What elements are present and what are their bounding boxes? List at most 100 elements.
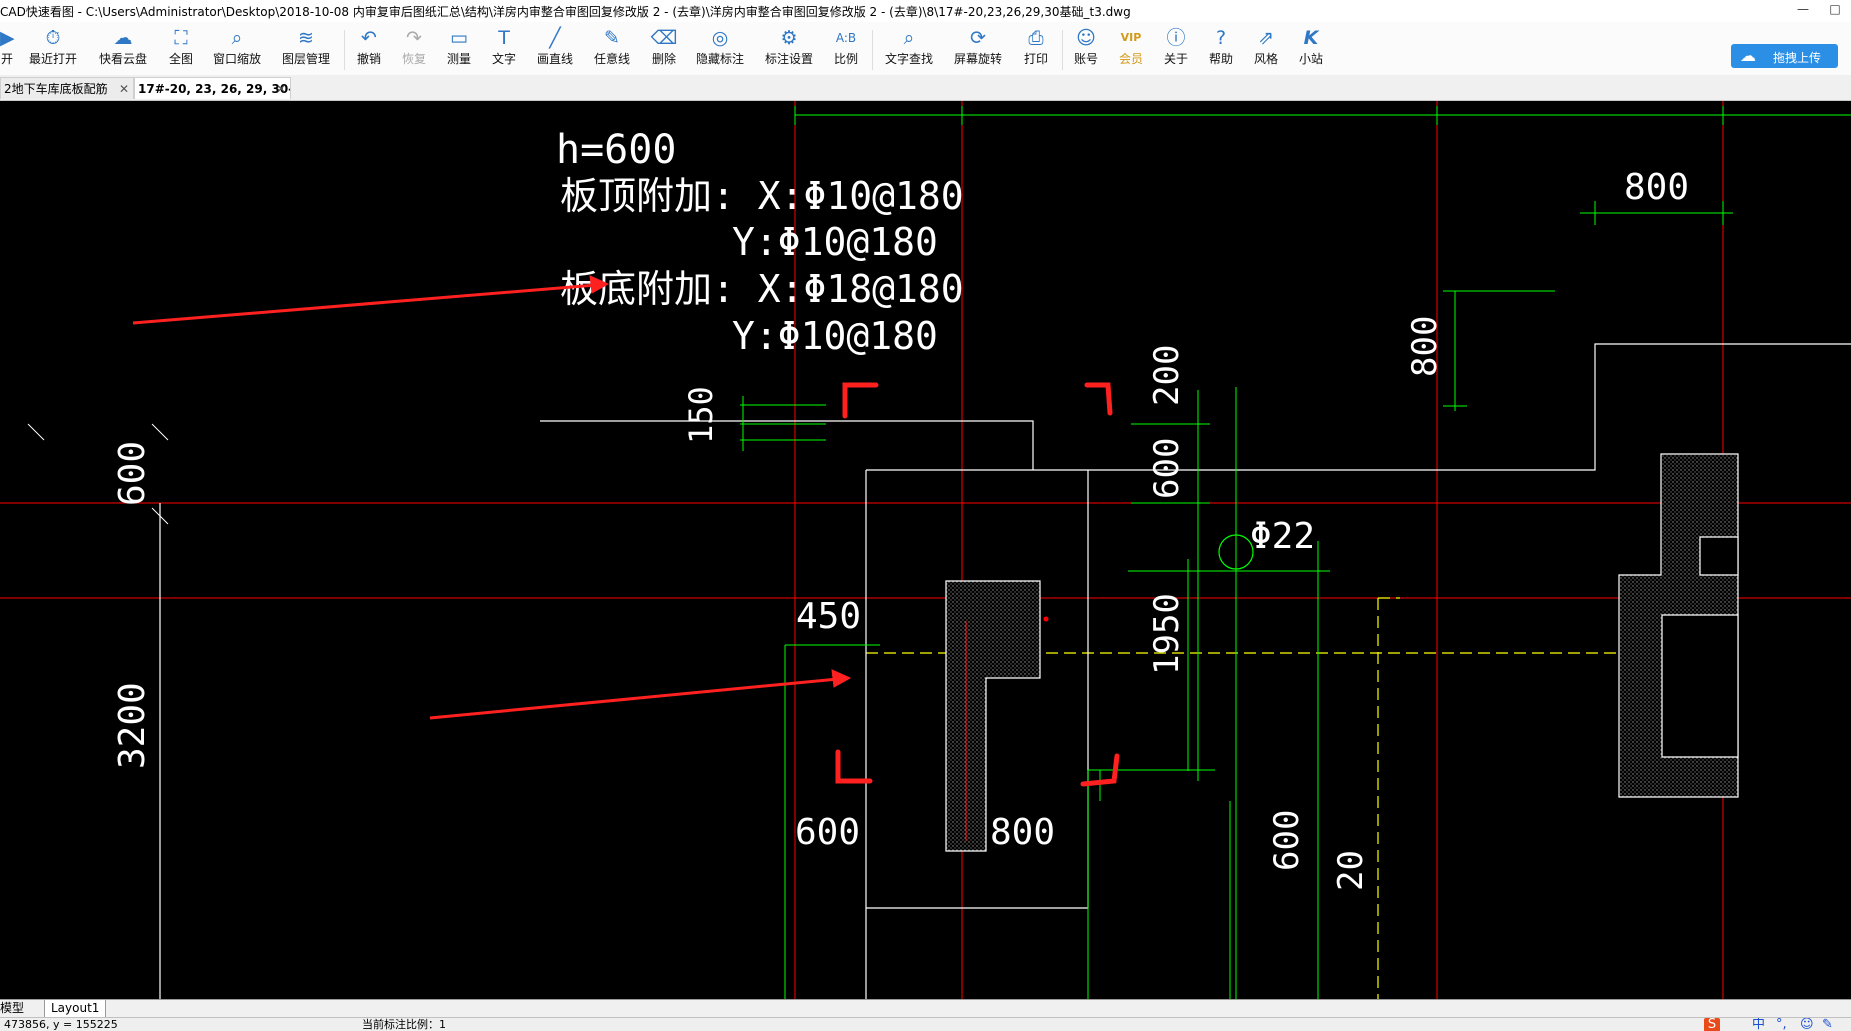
tab-label: 17#-20, 23, 26, 29, 30--: [138, 82, 291, 96]
tool-window-zoom[interactable]: ⌕ 窗口缩放: [210, 26, 264, 72]
toolbar-separator: [872, 30, 873, 70]
tool-recent[interactable]: ⏱ 最近打开: [26, 26, 80, 72]
print-icon: ⎙: [1028, 27, 1044, 49]
tool-label: 画直线: [536, 52, 573, 66]
ime-punctuation-icon[interactable]: °,: [1776, 1018, 1787, 1031]
tool-account[interactable]: ☺ 账号: [1070, 26, 1102, 72]
document-tab-active[interactable]: 17#-20, 23, 26, 29, 30-- ✕: [134, 77, 291, 99]
layout-tab-layout1[interactable]: Layout1: [44, 1000, 107, 1018]
column-section-l: [945, 580, 1041, 852]
dim-800-vertical: 800: [1405, 316, 1445, 377]
toolbar-separator: [1062, 30, 1063, 70]
measure-icon: ▭: [450, 27, 468, 49]
fullview-icon: ⛶: [174, 27, 188, 49]
account-icon: ☺: [1076, 27, 1096, 49]
tool-label: 关于: [1163, 52, 1188, 66]
annotation-scale-status: 当前标注比例：1: [362, 1018, 446, 1031]
cursor-coordinates: 473856, y = 155225: [4, 1018, 118, 1031]
tool-label: 风格: [1253, 52, 1278, 66]
tool-site[interactable]: K 小站: [1295, 26, 1327, 72]
tool-label: 恢复: [401, 52, 426, 66]
minimize-button[interactable]: —: [1787, 0, 1819, 18]
drag-upload-button[interactable]: ☁ 拖拽上传: [1731, 44, 1838, 68]
close-tab-icon[interactable]: ✕: [119, 78, 129, 99]
slab-thickness-note: h=600: [556, 127, 676, 173]
tool-layers[interactable]: ≋ 图层管理: [279, 26, 333, 72]
point-marker: [1043, 616, 1049, 622]
close-tab-icon[interactable]: ✕: [276, 78, 286, 99]
annotation-text-group: h=600 板顶附加: X:Φ10@180 Y:Φ10@180 板底附加: X:…: [112, 127, 1689, 891]
tool-label: 测量: [446, 52, 471, 66]
tool-label: 帮助: [1208, 52, 1233, 66]
tool-hide-annotation[interactable]: ◎ 隐藏标注: [692, 26, 748, 72]
tool-label: 撤销: [356, 52, 381, 66]
ime-logo-icon[interactable]: S: [1704, 1018, 1720, 1031]
tool-measure[interactable]: ▭ 测量: [443, 26, 475, 72]
tool-label: 隐藏标注: [695, 52, 744, 66]
tool-label: 文字: [491, 52, 516, 66]
maximize-button[interactable]: □: [1819, 0, 1851, 18]
status-bar: 473856, y = 155225 当前标注比例：1 S 中 °, ☺ ✎: [0, 1017, 1851, 1031]
markup-arrow-top: [132, 283, 597, 325]
ime-language-indicator[interactable]: 中: [1752, 1018, 1765, 1031]
ime-emoji-icon[interactable]: ☺: [1800, 1018, 1814, 1031]
title-bar: CAD快速看图 - C:\Users\Administrator\Desktop…: [0, 0, 1851, 23]
tool-label: 开: [0, 52, 13, 66]
tool-print[interactable]: ⎙ 打印: [1020, 26, 1052, 72]
main-toolbar: ▶ 开 ⏱ 最近打开 ☁ 快看云盘 ⛶ 全图 ⌕ 窗口缩放 ≋ 图层管理 ↶ 撤销 ↷ 恢复 ▭…: [0, 22, 1851, 76]
vip-icon: VIP: [1120, 31, 1142, 44]
dim-450: 450: [796, 596, 861, 637]
tool-label: 快看云盘: [98, 52, 147, 66]
cloud-icon: ☁: [1740, 46, 1756, 65]
window-zoom-icon: ⌕: [231, 27, 243, 49]
dim-600-right: 600: [1147, 438, 1187, 499]
drag-upload-label: 拖拽上传: [1773, 51, 1822, 65]
layout-tab-bar: 模型 Layout1: [0, 999, 1851, 1018]
tool-redo[interactable]: ↷ 恢复: [398, 26, 430, 72]
tool-text-search[interactable]: ⌕ 文字查找: [881, 26, 937, 72]
tool-cloud[interactable]: ☁ 快看云盘: [96, 26, 150, 72]
document-tab[interactable]: 2地下车库底板配筋 ✕: [0, 77, 134, 99]
tool-help[interactable]: ? 帮助: [1205, 26, 1237, 72]
markup-arrow-bottom: [429, 677, 839, 720]
dim-partial-20: 20: [1331, 850, 1371, 891]
tool-style[interactable]: ⇗ 风格: [1250, 26, 1282, 72]
tool-annotation-settings[interactable]: ⚙ 标注设置: [761, 26, 817, 72]
document-tab-bar: 2地下车库底板配筋 ✕ 17#-20, 23, 26, 29, 30-- ✕: [0, 75, 1851, 101]
column-notch: [1699, 536, 1739, 576]
tool-undo[interactable]: ↶ 撤销: [353, 26, 385, 72]
toolbar-separator: [344, 30, 345, 70]
tool-label: 文字查找: [884, 52, 933, 66]
tool-label: 账号: [1073, 52, 1098, 66]
ime-tool-icon[interactable]: ✎: [1822, 1018, 1833, 1031]
tool-label: 标注设置: [764, 52, 813, 66]
slab-top-x-note: 板顶附加: X:Φ10@180: [560, 174, 964, 218]
drawing-canvas[interactable]: h=600 板顶附加: X:Φ10@180 Y:Φ10@180 板底附加: X:…: [0, 101, 1851, 999]
tool-about[interactable]: ⓘ 关于: [1160, 26, 1192, 72]
open-icon: ▶: [0, 27, 15, 49]
dim-1950: 1950: [1147, 593, 1187, 675]
dim-600-left: 600: [112, 441, 153, 506]
layout-tab-model[interactable]: 模型: [0, 1000, 24, 1017]
tab-label: 2地下车库底板配筋: [4, 82, 108, 96]
markup-arrowhead: [831, 669, 852, 688]
tool-line[interactable]: ╱ 画直线: [533, 26, 577, 72]
dim-800-top: 800: [1624, 167, 1689, 208]
tool-delete[interactable]: ⌫ 删除: [648, 26, 680, 72]
tool-label: 小站: [1298, 52, 1323, 66]
column-notch: [1661, 614, 1739, 758]
dim-600-bottom: 600: [795, 812, 860, 853]
tool-freehand[interactable]: ✎ 任意线: [590, 26, 634, 72]
tool-vip[interactable]: VIP 会员: [1115, 26, 1147, 72]
cloud-icon: ☁: [113, 27, 133, 49]
dim-150: 150: [682, 386, 720, 444]
text-search-icon: ⌕: [903, 27, 915, 49]
tool-label: 比例: [833, 52, 858, 66]
tool-open[interactable]: ▶ 开: [0, 26, 15, 72]
tool-text[interactable]: T 文字: [488, 26, 520, 72]
tool-fullview[interactable]: ⛶ 全图: [166, 26, 196, 72]
site-icon: K: [1303, 27, 1319, 49]
annotation-settings-icon: ⚙: [780, 27, 798, 49]
tool-scale[interactable]: A:B 比例: [830, 26, 862, 72]
tool-rotate-screen[interactable]: ⟳ 屏幕旋转: [950, 26, 1006, 72]
